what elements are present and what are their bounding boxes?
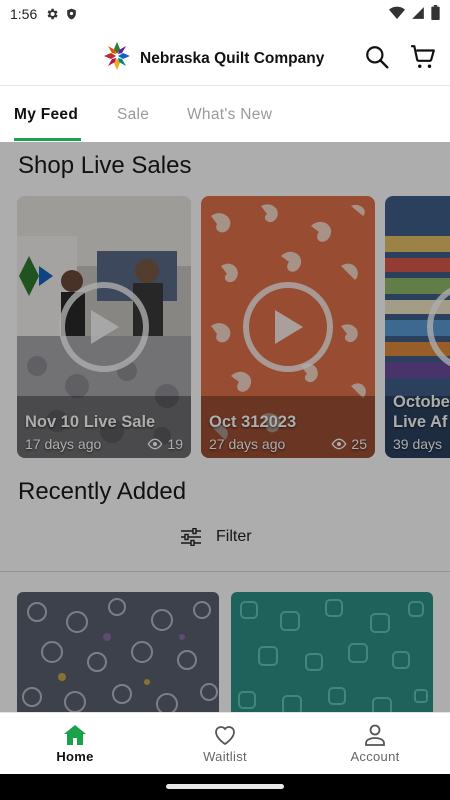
cart-button[interactable] bbox=[408, 42, 438, 72]
tab-indicator bbox=[14, 138, 81, 141]
live-sale-card[interactable]: Nov 10 Live Sale 17 days ago 19 bbox=[17, 196, 191, 458]
live-sale-views: 19 bbox=[167, 436, 183, 452]
filter-button[interactable]: Filter bbox=[180, 528, 252, 546]
quilt-logo bbox=[104, 42, 130, 75]
tab-sale[interactable]: Sale bbox=[117, 106, 149, 124]
play-icon bbox=[243, 282, 333, 372]
product-card[interactable] bbox=[17, 592, 219, 712]
shield-icon bbox=[65, 7, 78, 21]
brand-name: Nebraska Quilt Company bbox=[140, 49, 325, 67]
gear-icon bbox=[45, 7, 59, 21]
nav-home[interactable]: Home bbox=[0, 713, 150, 775]
live-sale-age: 17 days ago bbox=[25, 436, 102, 452]
brand[interactable]: Nebraska Quilt Company bbox=[104, 42, 324, 75]
status-time: 1:56 bbox=[10, 6, 38, 22]
product-image bbox=[231, 592, 433, 712]
signal-icon bbox=[411, 6, 425, 23]
wifi-icon bbox=[389, 6, 405, 23]
home-indicator[interactable] bbox=[166, 784, 284, 789]
live-sale-views: 25 bbox=[351, 436, 367, 452]
live-sales-heading: Shop Live Sales bbox=[18, 152, 192, 179]
feed-tabs: My Feed Sale What's New bbox=[0, 86, 450, 142]
nav-waitlist-label: Waitlist bbox=[203, 749, 247, 764]
live-sale-age: 39 days bbox=[393, 436, 443, 452]
product-card[interactable] bbox=[231, 592, 433, 712]
person-icon bbox=[365, 724, 385, 746]
nav-account[interactable]: Account bbox=[300, 713, 450, 775]
live-sale-card[interactable]: Octobe Live Af 39 days bbox=[385, 196, 450, 458]
live-sale-title: Nov 10 Live Sale bbox=[25, 413, 156, 431]
recently-added-heading: Recently Added bbox=[18, 478, 187, 505]
sliders-icon bbox=[181, 528, 201, 546]
tab-whats-new[interactable]: What's New bbox=[187, 106, 272, 124]
app-bar: Nebraska Quilt Company bbox=[0, 28, 450, 86]
gesture-bar bbox=[0, 774, 450, 800]
battery-icon bbox=[431, 5, 440, 23]
status-bar: 1:56 bbox=[0, 0, 450, 28]
filter-label: Filter bbox=[216, 528, 252, 545]
eye-icon bbox=[147, 438, 163, 450]
live-sale-title-line2: Live Af bbox=[393, 413, 448, 431]
eye-icon bbox=[331, 438, 347, 450]
feed-content: Shop Live Sales Nov 10 Live Sale 17 days… bbox=[0, 142, 450, 712]
nav-account-label: Account bbox=[350, 749, 400, 764]
live-sale-age: 27 days ago bbox=[209, 436, 286, 452]
heart-icon bbox=[215, 726, 235, 746]
tab-my-feed[interactable]: My Feed bbox=[14, 106, 78, 124]
product-image bbox=[17, 592, 219, 712]
nav-waitlist[interactable]: Waitlist bbox=[150, 713, 300, 775]
home-icon bbox=[64, 725, 86, 745]
live-sale-title: Oct 312023 bbox=[209, 413, 297, 431]
bottom-nav: Home Waitlist Account bbox=[0, 712, 450, 774]
section-divider bbox=[0, 571, 450, 572]
live-sale-title: Octobe bbox=[393, 393, 450, 411]
nav-home-label: Home bbox=[56, 749, 94, 764]
search-button[interactable] bbox=[362, 42, 392, 72]
play-icon bbox=[59, 282, 149, 372]
search-icon bbox=[366, 46, 389, 69]
live-sale-card[interactable]: Oct 312023 27 days ago 25 bbox=[201, 196, 375, 458]
cart-icon bbox=[411, 45, 435, 68]
